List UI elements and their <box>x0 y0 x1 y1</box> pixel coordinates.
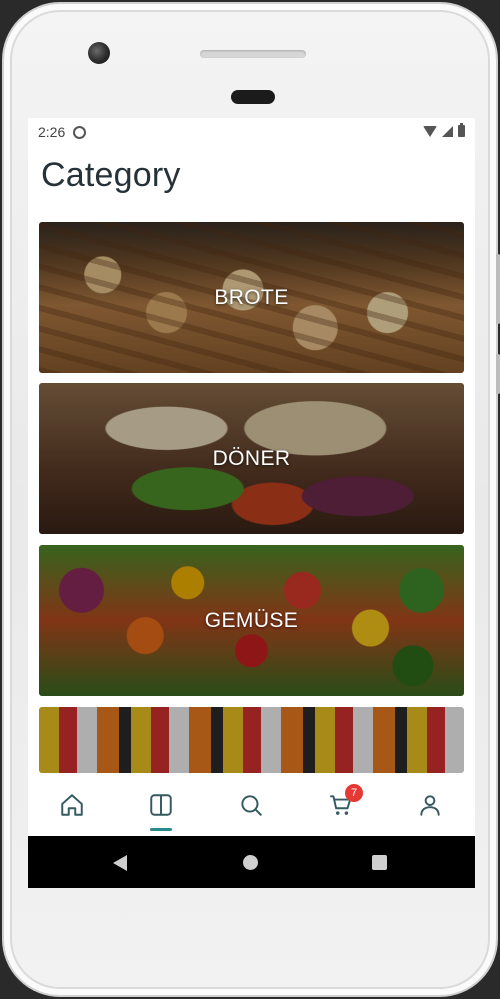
status-time: 2:26 <box>38 124 66 140</box>
signal-icon <box>442 125 453 137</box>
status-bar: 2:26 <box>28 118 475 146</box>
system-navigation-bar <box>28 836 475 888</box>
recent-apps-icon[interactable] <box>372 855 387 870</box>
app-screen: 2:26 Category BROTE DÖNER GEMÜSE 7 <box>28 118 475 888</box>
category-card-drinks[interactable] <box>39 707 464 773</box>
status-icons <box>423 123 465 137</box>
proximity-sensor <box>231 90 275 104</box>
home-icon <box>61 794 83 816</box>
active-tab-indicator <box>150 828 172 831</box>
nav-search[interactable] <box>221 774 281 836</box>
page-title: Category <box>41 156 181 194</box>
nav-profile[interactable] <box>400 774 460 836</box>
sync-icon <box>73 125 87 139</box>
category-card-doener[interactable]: DÖNER <box>39 383 464 534</box>
power-button <box>496 354 500 394</box>
profile-icon <box>420 795 440 816</box>
nav-cart[interactable]: 7 <box>311 774 371 836</box>
image-overlay <box>39 707 464 773</box>
earpiece-speaker <box>200 50 306 58</box>
search-icon <box>241 795 262 816</box>
nav-home[interactable] <box>42 774 102 836</box>
bottom-navigation: 7 <box>28 774 475 836</box>
category-card-gemuese[interactable]: GEMÜSE <box>39 545 464 696</box>
wifi-icon <box>423 125 437 137</box>
back-icon[interactable] <box>113 855 127 871</box>
phone-frame: 2:26 Category BROTE DÖNER GEMÜSE 7 <box>2 2 500 997</box>
category-icon <box>150 794 172 816</box>
battery-icon <box>458 123 465 137</box>
front-camera <box>88 42 110 64</box>
category-label: GEMÜSE <box>204 608 299 632</box>
category-label: BROTE <box>214 285 289 309</box>
category-card-brote[interactable]: BROTE <box>39 222 464 373</box>
cart-count-badge: 7 <box>345 784 363 802</box>
category-label: DÖNER <box>212 446 291 470</box>
nav-category[interactable] <box>131 774 191 836</box>
volume-button <box>496 254 500 324</box>
home-circle-icon[interactable] <box>243 855 258 870</box>
